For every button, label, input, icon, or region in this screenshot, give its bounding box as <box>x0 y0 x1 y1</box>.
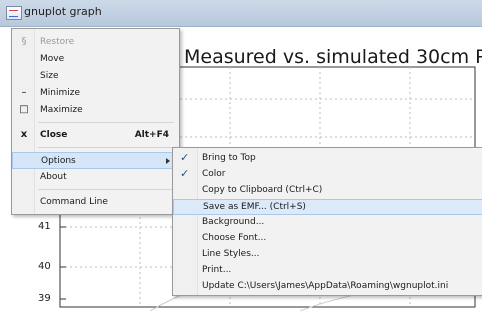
restore-icon: § <box>21 36 27 47</box>
submenu-item-label: Print... <box>202 265 232 275</box>
submenu-item-label: Choose Font... <box>202 233 267 243</box>
menu-item-size[interactable]: Size <box>12 68 179 85</box>
submenu-item-label: Background... <box>202 217 265 227</box>
checkmark-icon: ✓ <box>180 167 190 180</box>
app-icon[interactable] <box>6 6 22 20</box>
menu-item-label: Maximize <box>40 105 83 115</box>
menu-item-label: Close <box>40 130 68 140</box>
submenu-item-label: Line Styles... <box>202 249 260 259</box>
y-tick-label: 40 <box>38 261 51 272</box>
screen: gnuplot graph Measured vs. simulated 30c… <box>0 0 482 311</box>
menu-item-label: About <box>40 172 67 182</box>
menu-separator <box>38 122 174 123</box>
maximize-icon: □ <box>19 104 29 115</box>
submenu-item-label: Bring to Top <box>202 153 256 163</box>
y-tick-label: 41 <box>38 221 51 232</box>
submenu-item-print[interactable]: Print... <box>173 263 482 279</box>
menu-item-about[interactable]: About <box>12 169 179 186</box>
menu-item-command-line[interactable]: Command Line <box>12 194 179 211</box>
menu-item-options[interactable]: Options <box>12 152 179 169</box>
submenu-item-line-styles[interactable]: Line Styles... <box>173 247 482 263</box>
menu-item-maximize[interactable]: □ Maximize <box>12 102 179 119</box>
submenu-item-bring-to-top[interactable]: ✓ Bring to Top <box>173 151 482 167</box>
minimize-icon: – <box>21 87 27 98</box>
menu-item-shortcut: Alt+F4 <box>134 130 169 140</box>
window-title: gnuplot graph <box>24 5 102 18</box>
menu-item-restore[interactable]: § Restore <box>12 34 179 51</box>
submenu-item-label: Update C:\Users\James\AppData\Roaming\wg… <box>202 281 449 291</box>
menu-item-label: Move <box>40 54 65 64</box>
menu-separator <box>38 147 174 148</box>
menu-item-label: Restore <box>40 37 75 47</box>
submenu-arrow-icon <box>166 158 170 164</box>
menu-item-move[interactable]: Move <box>12 51 179 68</box>
submenu-item-update-ini[interactable]: Update C:\Users\James\AppData\Roaming\wg… <box>173 279 482 295</box>
plot-title: Measured vs. simulated 30cm Plate <box>184 46 482 68</box>
system-menu: § Restore Move Size – Minimize □ Maximiz… <box>11 28 180 215</box>
menu-item-label: Command Line <box>40 197 108 207</box>
menu-item-label: Size <box>40 71 59 81</box>
menu-item-minimize[interactable]: – Minimize <box>12 85 179 102</box>
menu-separator <box>38 189 174 190</box>
menu-item-label: Minimize <box>40 88 80 98</box>
submenu-item-label: Color <box>202 169 226 179</box>
options-submenu: ✓ Bring to Top ✓ Color Copy to Clipboard… <box>172 147 482 296</box>
submenu-item-choose-font[interactable]: Choose Font... <box>173 231 482 247</box>
close-icon: x <box>20 129 28 140</box>
submenu-item-label: Copy to Clipboard (Ctrl+C) <box>202 185 323 195</box>
menu-item-close[interactable]: x Close Alt+F4 <box>12 127 179 144</box>
window-titlebar[interactable]: gnuplot graph <box>0 0 482 27</box>
submenu-item-save-as-emf[interactable]: Save as EMF... (Ctrl+S) <box>173 199 482 215</box>
checkmark-icon: ✓ <box>180 151 190 164</box>
menu-item-label: Options <box>41 156 76 166</box>
submenu-item-label: Save as EMF... (Ctrl+S) <box>203 202 306 212</box>
submenu-item-background[interactable]: Background... <box>173 215 482 231</box>
submenu-item-copy-to-clipboard[interactable]: Copy to Clipboard (Ctrl+C) <box>173 183 482 199</box>
submenu-item-color[interactable]: ✓ Color <box>173 167 482 183</box>
y-tick-label: 39 <box>38 293 51 304</box>
